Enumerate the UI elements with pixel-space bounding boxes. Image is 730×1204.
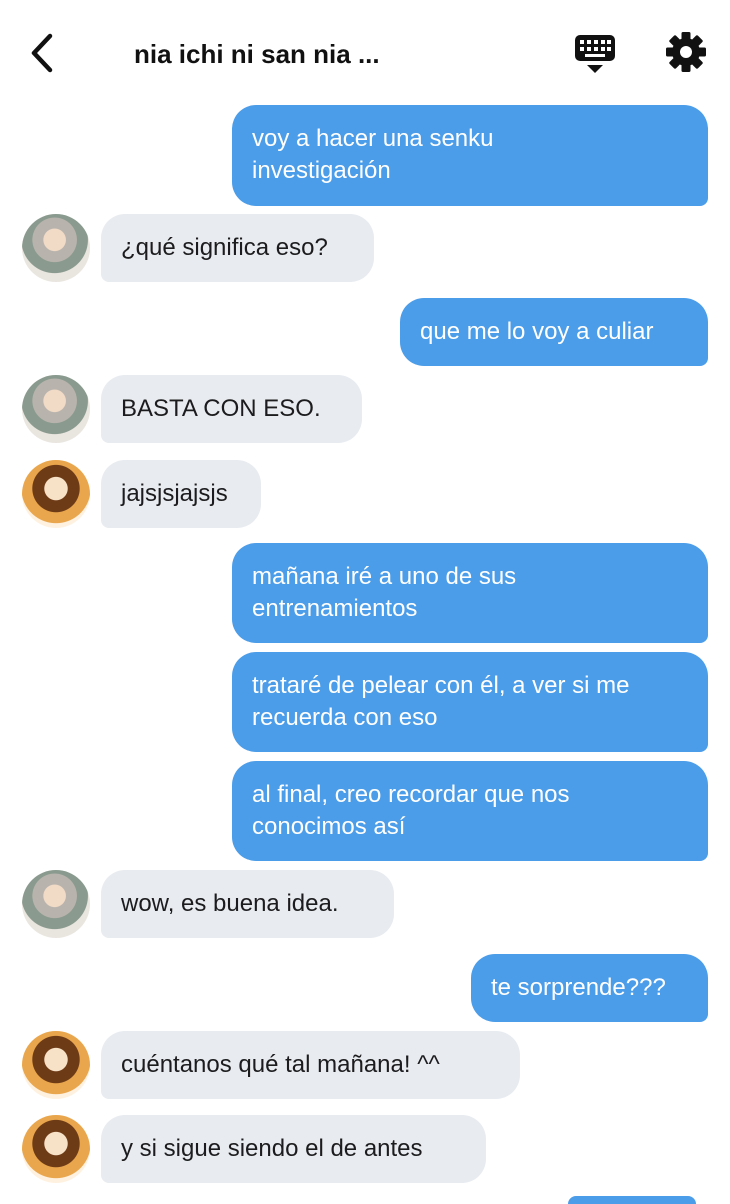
gear-icon[interactable] <box>664 30 708 74</box>
message-bubble-outgoing[interactable]: mañana iré a uno de sus entrenamientos <box>232 543 708 643</box>
message-bubble-incoming[interactable]: wow, es buena idea. <box>101 870 394 938</box>
chat-header: nia ichi ni san nia ... <box>0 0 730 104</box>
old-man-avatar[interactable] <box>22 375 90 443</box>
girl-avatar[interactable] <box>22 460 90 528</box>
message-bubble-outgoing-partial <box>568 1196 696 1204</box>
old-man-avatar[interactable] <box>22 870 90 938</box>
girl-avatar[interactable] <box>22 1115 90 1183</box>
message-bubble-incoming[interactable]: BASTA CON ESO. <box>101 375 362 443</box>
message-bubble-outgoing[interactable]: al final, creo recordar que nos conocimo… <box>232 761 708 861</box>
message-bubble-outgoing[interactable]: que me lo voy a culiar <box>400 298 708 366</box>
chat-title: nia ichi ni san nia ... <box>134 39 380 69</box>
message-bubble-incoming[interactable]: ¿qué significa eso? <box>101 214 374 282</box>
message-bubble-incoming[interactable]: y si sigue siendo el de antes <box>101 1115 486 1183</box>
keyboard-icon[interactable] <box>572 30 618 76</box>
message-bubble-outgoing[interactable]: trataré de pelear con él, a ver si me re… <box>232 652 708 752</box>
girl-avatar[interactable] <box>22 1031 90 1099</box>
message-bubble-outgoing[interactable]: te sorprende??? <box>471 954 708 1022</box>
message-bubble-outgoing[interactable]: voy a hacer una senku investigación <box>232 105 708 206</box>
old-man-avatar[interactable] <box>22 214 90 282</box>
back-chevron-icon[interactable] <box>24 30 64 76</box>
message-bubble-incoming[interactable]: jajsjsjajsjs <box>101 460 261 528</box>
message-bubble-incoming[interactable]: cuéntanos qué tal mañana! ^^ <box>101 1031 520 1099</box>
